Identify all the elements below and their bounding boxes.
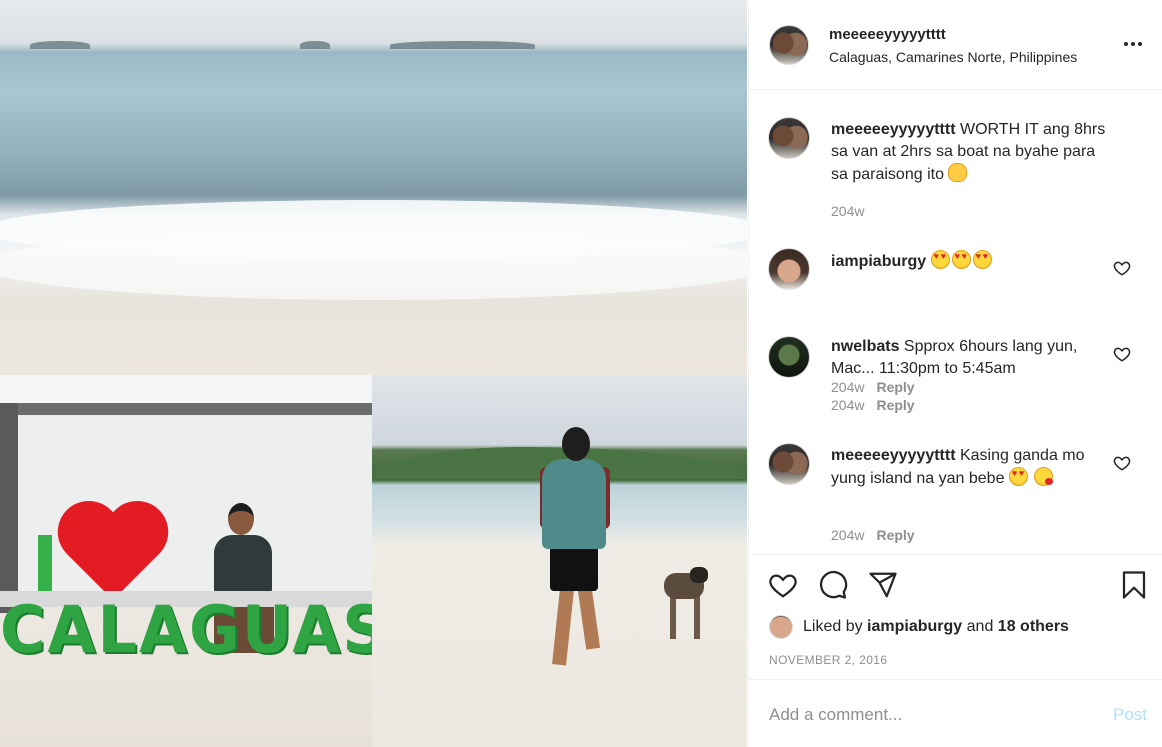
post-side-panel: meeeeeyyyyytttt Calaguas, Camarines Nort…	[748, 0, 1162, 747]
person-body	[214, 535, 272, 595]
comments-list: meeeeeyyyyytttt WORTH IT ang 8hrs sa van…	[749, 91, 1162, 555]
comment-text: meeeeeyyyyytttt Kasing ganda mo yung isl…	[831, 445, 1111, 490]
comment-text: meeeeeyyyyytttt WORTH IT ang 8hrs sa van…	[831, 119, 1111, 186]
liked-by-prefix: Liked by	[803, 618, 863, 635]
wall-post	[0, 403, 18, 613]
liked-by-user[interactable]: iampiaburgy	[867, 618, 962, 636]
liked-by-others[interactable]: 18 others	[998, 618, 1069, 636]
calaguas-sign-photo: CALAGUAS	[0, 375, 372, 747]
avatar[interactable]	[768, 443, 810, 485]
more-horizontal-icon[interactable]	[1121, 32, 1145, 56]
comment-meta: 204w Reply	[831, 379, 915, 395]
distant-island	[30, 41, 90, 49]
avatar[interactable]	[769, 25, 809, 65]
comment-username[interactable]: meeeeeyyyyytttt	[831, 447, 956, 464]
comment-time[interactable]: 204w	[831, 203, 864, 219]
comment-text: nwelbats Spprox 6hours lang yun, Mac... …	[831, 336, 1111, 380]
distant-island	[300, 41, 330, 49]
add-comment-bar: Post	[749, 681, 1162, 747]
comment-username[interactable]: nwelbats	[831, 338, 899, 355]
person-head	[228, 503, 254, 535]
post-username[interactable]: meeeeeyyyyytttt	[829, 26, 946, 43]
person-leg	[577, 588, 601, 650]
person-shorts	[550, 543, 598, 591]
comment-input[interactable]	[769, 703, 1089, 727]
reply-button[interactable]: Reply	[876, 397, 914, 413]
comment-time[interactable]: 204w	[831, 379, 864, 395]
share-icon[interactable]	[868, 570, 898, 600]
dog-leg	[670, 595, 676, 639]
post-photo[interactable]: CALAGUAS	[0, 0, 747, 747]
heart-eyes-emoji	[1008, 467, 1028, 486]
post-button[interactable]: Post	[1113, 705, 1147, 725]
red-heart-sign	[54, 505, 166, 595]
post-date[interactable]: NOVEMBER 2, 2016	[769, 653, 887, 667]
beach-waves-photo	[0, 0, 747, 375]
sign-letter-i	[38, 535, 52, 593]
comment-icon[interactable]	[818, 570, 848, 600]
avatar[interactable]	[768, 336, 810, 378]
avatar[interactable]	[768, 117, 810, 159]
dog-head	[690, 567, 708, 583]
liked-by-joiner: and	[966, 618, 994, 635]
comment-username[interactable]: iampiaburgy	[831, 253, 926, 270]
avatar[interactable]	[768, 248, 810, 290]
ok-hand-emoji	[948, 163, 968, 182]
liked-by: Liked by iampiaburgy and 18 others	[769, 614, 1069, 640]
wave-foam	[0, 230, 747, 300]
comment-meta: 204w Reply	[831, 397, 915, 413]
heart-outline-icon[interactable]	[768, 570, 798, 600]
person-head	[562, 427, 590, 461]
heart-outline-icon[interactable]	[1113, 259, 1131, 277]
reply-button[interactable]: Reply	[876, 527, 914, 543]
beach-walk-photo	[372, 375, 747, 747]
heart-outline-icon[interactable]	[1113, 345, 1131, 363]
bookmark-icon[interactable]	[1119, 570, 1149, 600]
post-location[interactable]: Calaguas, Camarines Norte, Philippines	[829, 49, 1077, 65]
post-header: meeeeeyyyyytttt Calaguas, Camarines Nort…	[749, 0, 1162, 90]
heart-outline-icon[interactable]	[1113, 454, 1131, 472]
distant-island	[390, 41, 535, 49]
comment-meta: 204w Reply	[831, 527, 915, 543]
heart-eyes-emoji	[930, 250, 950, 269]
person-body	[542, 459, 606, 549]
calaguas-sign: CALAGUAS	[0, 591, 372, 668]
heart-eyes-emoji	[972, 250, 992, 269]
comment-meta: 204w	[831, 203, 864, 219]
comment-text: iampiaburgy	[831, 250, 1111, 273]
reply-button[interactable]: Reply	[876, 379, 914, 395]
comment-username[interactable]: meeeeeyyyyytttt	[831, 121, 956, 138]
person-leg	[552, 588, 574, 666]
heart-eyes-emoji	[951, 250, 971, 269]
face-blowing-kiss-emoji	[1034, 467, 1054, 486]
avatar[interactable]	[769, 615, 793, 639]
comment-time[interactable]: 204w	[831, 397, 864, 413]
comment-time[interactable]: 204w	[831, 527, 864, 543]
dog-leg	[694, 595, 700, 639]
